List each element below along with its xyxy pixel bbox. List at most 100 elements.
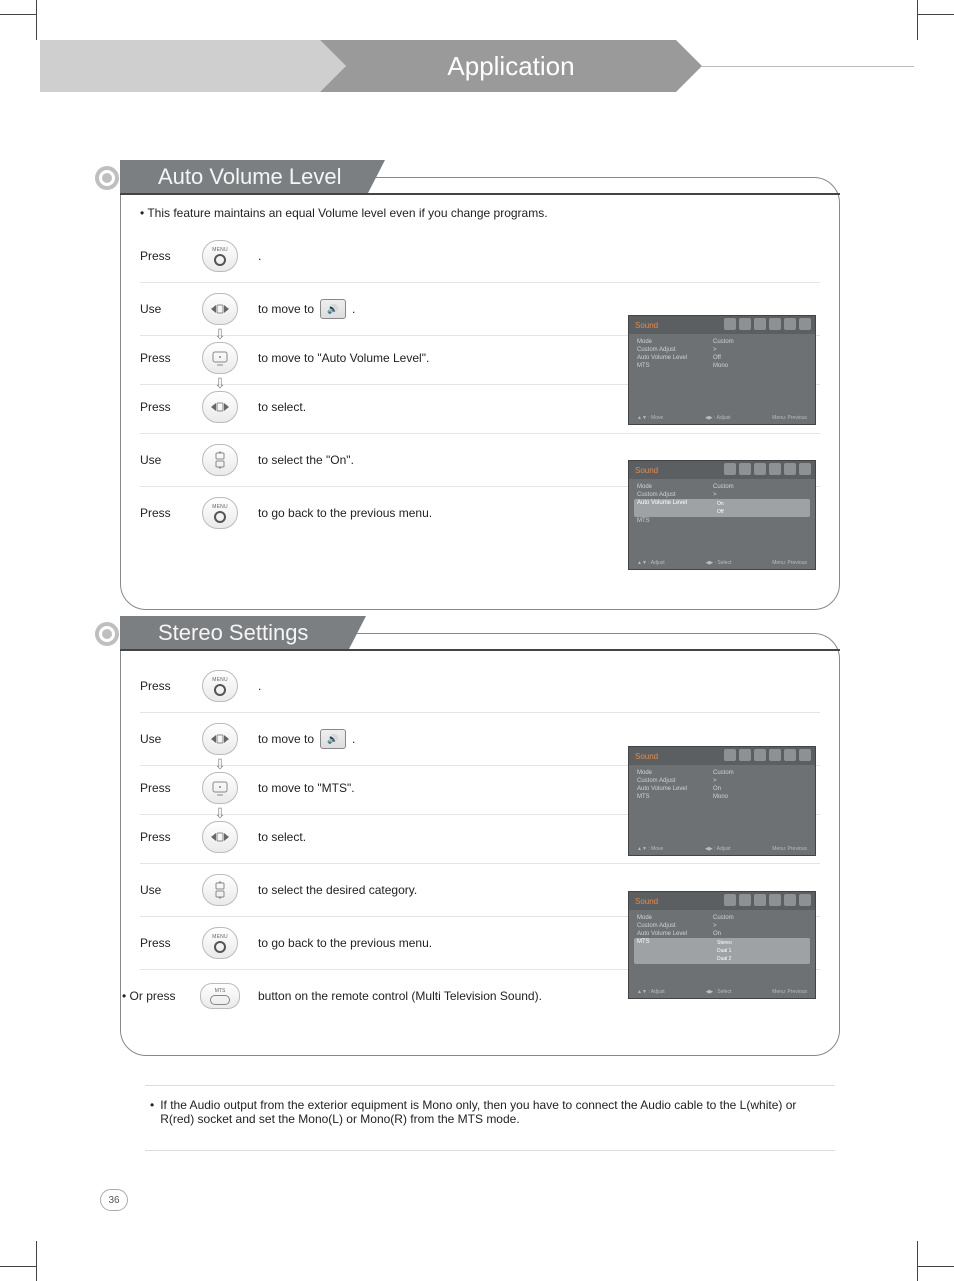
crop-mark	[36, 1241, 37, 1281]
divider	[145, 1085, 835, 1086]
page-header: Application	[40, 40, 914, 92]
section-stereo-settings: Stereo Settings Press MENU . Use	[100, 616, 840, 1056]
step-row: Press MENU .	[140, 230, 820, 283]
remote-left-right-button-icon	[200, 391, 240, 423]
menu-label: MENU	[212, 504, 228, 510]
osd-option: Stereo	[713, 940, 736, 946]
osd-foot: ▲▼ : Move	[637, 846, 663, 852]
step-desc: .	[258, 249, 820, 263]
crop-mark	[917, 0, 918, 40]
step-verb: Use	[140, 883, 182, 897]
step-verb: Use	[140, 302, 182, 316]
remote-mts-button-icon: MTS	[200, 980, 240, 1012]
osd-key: Mode	[637, 915, 699, 921]
osd-key: Custom Adjust	[637, 347, 699, 353]
osd-title: Sound	[635, 321, 658, 330]
osd-option: Off	[713, 509, 728, 515]
osd-key: Mode	[637, 770, 699, 776]
step-verb: Use	[140, 453, 182, 467]
osd-foot: Menu: Previous	[772, 989, 807, 995]
osd-foot: Menu: Previous	[772, 846, 807, 852]
osd-foot: ◀▶ : Select	[706, 560, 732, 566]
remote-up-down-button-icon	[200, 444, 240, 476]
step-desc-post: .	[352, 732, 355, 746]
osd-key: Custom Adjust	[637, 778, 699, 784]
osd-screenshot-mts-options: Sound ModeCustom Custom Adjust> Auto Vol…	[628, 891, 816, 999]
osd-val: Custom	[713, 770, 734, 776]
step-verb: Press	[140, 781, 182, 795]
osd-foot: ▲▼ : Adjust	[637, 989, 665, 995]
crop-mark	[918, 14, 954, 15]
step-verb: Press	[140, 249, 182, 263]
osd-screenshot-sound-list: Sound Mode Custom Custom Adjust > Auto Vol…	[628, 315, 816, 425]
osd-val: >	[713, 492, 717, 498]
page-number: 36	[100, 1189, 128, 1211]
osd-foot: ◀▶ : Adjust	[705, 846, 730, 852]
menu-label: MENU	[212, 934, 228, 940]
step-verb: Press	[140, 506, 182, 520]
footnote: •If the Audio output from the exterior e…	[150, 1098, 830, 1126]
osd-key: Mode	[637, 484, 699, 490]
step-desc-pre: to move to	[258, 302, 314, 316]
crop-mark	[0, 14, 36, 15]
osd-key: Auto Volume Level	[637, 786, 699, 792]
header-divider	[702, 66, 914, 67]
header-left-bar	[40, 40, 320, 92]
osd-key: Custom Adjust	[637, 923, 699, 929]
osd-title: Sound	[635, 752, 658, 761]
osd-option: Dual 2	[713, 956, 736, 962]
osd-key: MTS	[637, 363, 699, 369]
step-verb: Press	[140, 679, 182, 693]
crop-mark	[0, 1266, 36, 1267]
remote-left-right-button-icon	[200, 293, 240, 325]
osd-foot: Menu: Previous	[772, 415, 807, 421]
osd-foot: ▲▼ : Adjust	[637, 560, 665, 566]
section-intro: This feature maintains an equal Volume l…	[140, 200, 820, 226]
step-row: Press MENU .	[140, 660, 820, 713]
osd-key: Auto Volume Level	[637, 931, 699, 937]
section-bullet-icon	[95, 622, 119, 646]
sound-menu-icon: 🔊	[320, 299, 346, 319]
osd-val: Mono	[713, 794, 728, 800]
remote-down-button-icon	[200, 342, 240, 374]
section-bullet-icon	[95, 166, 119, 190]
osd-key: Auto Volume Level	[637, 500, 699, 516]
osd-option: On	[713, 501, 728, 507]
osd-key: MTS	[637, 518, 699, 524]
osd-val: Mono	[713, 363, 728, 369]
osd-val: Off	[713, 355, 721, 361]
section-title-underline	[120, 193, 840, 195]
osd-val: Custom	[713, 339, 734, 345]
remote-up-down-button-icon	[200, 874, 240, 906]
osd-screenshot-avl-options: Sound ModeCustom Custom Adjust> Auto Vol…	[628, 460, 816, 570]
osd-key: MTS	[637, 939, 699, 963]
section-title: Stereo Settings	[120, 616, 348, 651]
osd-val: >	[713, 347, 717, 353]
osd-screenshot-sound-list-on: Sound ModeCustom Custom Adjust> Auto Vol…	[628, 746, 816, 856]
step-desc: .	[258, 679, 820, 693]
crop-mark	[918, 1266, 954, 1267]
remote-menu-button-icon: MENU	[200, 670, 240, 702]
osd-foot: Menu: Previous	[772, 560, 807, 566]
step-desc-post: .	[352, 302, 355, 316]
crop-mark	[917, 1241, 918, 1281]
mts-label: MTS	[215, 988, 226, 994]
section-title-underline	[120, 649, 840, 651]
osd-foot: ▲▼ : Move	[637, 415, 663, 421]
remote-menu-button-icon: MENU	[200, 240, 240, 272]
or-press-label: • Or press	[122, 989, 182, 1003]
osd-foot: ◀▶ : Adjust	[705, 415, 730, 421]
osd-key: Auto Volume Level	[637, 355, 699, 361]
osd-val: >	[713, 923, 717, 929]
step-desc-pre: to move to	[258, 732, 314, 746]
remote-menu-button-icon: MENU	[200, 497, 240, 529]
osd-title: Sound	[635, 466, 658, 475]
remote-menu-button-icon: MENU	[200, 927, 240, 959]
osd-val: On	[713, 786, 721, 792]
remote-down-button-icon	[200, 772, 240, 804]
remote-left-right-button-icon	[200, 723, 240, 755]
osd-key: Mode	[637, 339, 699, 345]
menu-label: MENU	[212, 247, 228, 253]
section-auto-volume-level: Auto Volume Level This feature maintains…	[100, 160, 840, 610]
step-verb: Press	[140, 400, 182, 414]
